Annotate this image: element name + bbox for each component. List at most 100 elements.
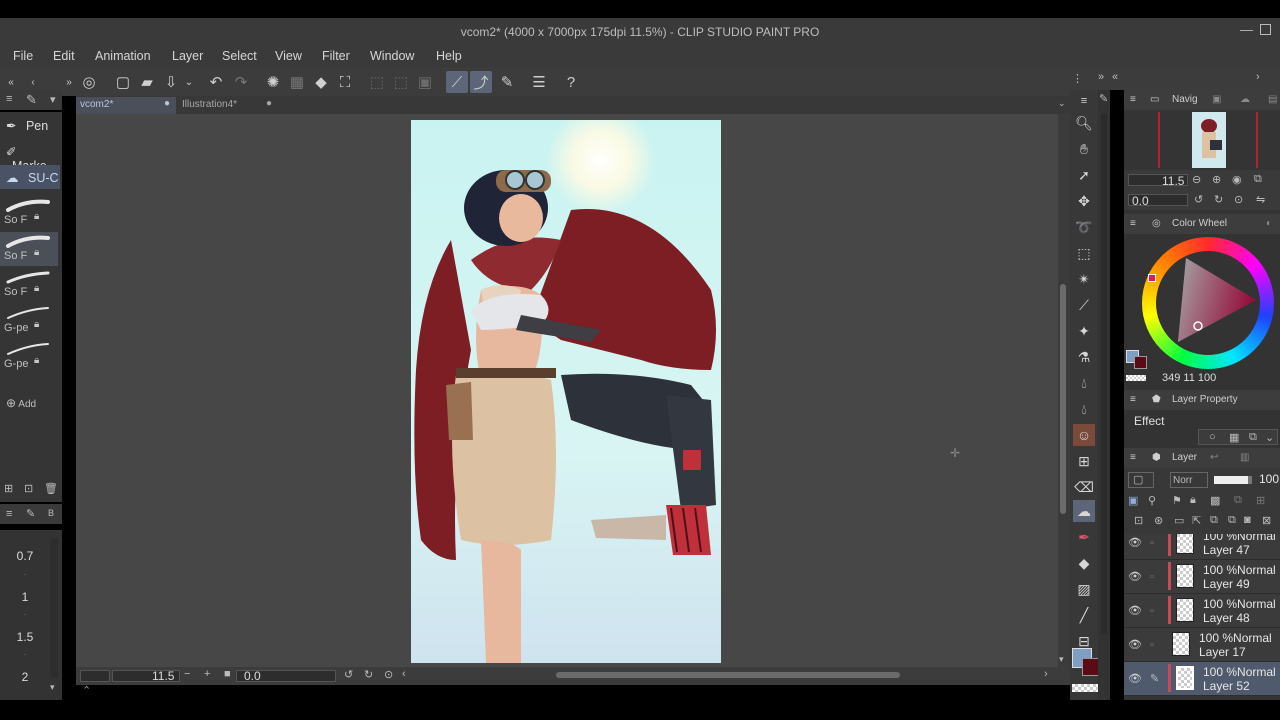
trash-icon[interactable]: 🗑︎ (44, 482, 58, 495)
visibility-eye-icon[interactable]: 👁︎ (1128, 536, 1142, 549)
tab-dropdown-icon[interactable]: ⌄ (1058, 98, 1066, 109)
figure-tool-icon[interactable]: ⊞ (1073, 450, 1095, 472)
canvas-rotation-value[interactable]: 0.0 (244, 669, 261, 683)
brush-size-option[interactable]: 1 (0, 590, 50, 604)
clip-layer-icon[interactable]: ▣ (1128, 494, 1138, 507)
selection-tool-icon[interactable]: ⬚ (1073, 242, 1095, 264)
menu-animation[interactable]: Animation (95, 49, 151, 63)
lock-layer-icon[interactable]: 🔒︎ (1190, 494, 1196, 507)
water-drop-tool-icon[interactable]: 💧︎ (1073, 398, 1095, 420)
hand-tool-icon[interactable]: ✋︎ (1073, 138, 1095, 160)
undo-icon[interactable]: ↶ (205, 71, 227, 93)
scroll-down-icon[interactable]: ▾ (1059, 654, 1064, 665)
menu-lines-icon[interactable]: ≡ (6, 508, 12, 520)
blend-mode-select[interactable]: Norr (1170, 472, 1208, 488)
decoration-tool-icon[interactable]: ☺ (1073, 424, 1095, 446)
brush-size-option[interactable]: 1.5 (0, 630, 50, 644)
navigator-tab-label[interactable]: Navig (1172, 94, 1198, 105)
loading-icon[interactable]: ✺ (262, 71, 284, 93)
transfer-layer-icon[interactable]: ⇱ (1192, 514, 1201, 527)
edit-toggle-icon[interactable]: ▫ (1150, 537, 1154, 549)
collapse-left-dock-icon[interactable]: « (1112, 71, 1118, 83)
save-dropdown-icon[interactable]: ⌄ (178, 71, 200, 93)
lock-transparency-icon[interactable]: ▩ (1210, 494, 1220, 507)
add-brush-button[interactable]: ⊕ Add (6, 396, 36, 410)
effect-dropdown-icon[interactable]: ⌄ (1265, 431, 1274, 444)
invert-selection-icon[interactable]: ⬚ (390, 71, 412, 93)
ruler-show-icon[interactable]: ⊞ (1256, 494, 1265, 507)
eraser-tool-icon[interactable]: ⌫ (1073, 476, 1095, 498)
move-layer-tool-icon[interactable]: ✥ (1073, 190, 1095, 212)
visibility-eye-icon[interactable]: 👁︎ (1128, 672, 1142, 685)
menu-help[interactable]: Help (436, 49, 462, 63)
zoom-slider-track[interactable] (80, 670, 110, 682)
brush-item[interactable]: G-pe 🔒︎ (0, 340, 58, 374)
brush-item[interactable]: So F 🔒︎ (0, 196, 58, 230)
snap-grid-icon[interactable]: ✎ (496, 71, 518, 93)
scroll-down-icon[interactable]: ▾ (50, 682, 55, 693)
reference-layer-icon[interactable]: ⚲ (1148, 494, 1156, 507)
subtool-marker[interactable]: ✐ Marke (0, 139, 60, 173)
fit-icon[interactable]: ■ (224, 668, 231, 680)
mask-icon[interactable]: ◙ (1244, 514, 1251, 526)
help-icon[interactable]: ? (560, 71, 582, 93)
rotate-left-icon[interactable]: ↺ (344, 668, 353, 681)
open-folder-icon[interactable]: ▰ (136, 71, 158, 93)
clip-studio-icon[interactable]: ◎ (78, 71, 100, 93)
menu-lines-icon[interactable]: ≡ (1130, 94, 1136, 105)
combine-layer-icon[interactable]: ⧉ (1210, 514, 1218, 527)
copy-subtool-icon[interactable]: ⊞ (4, 482, 13, 495)
hue-indicator[interactable] (1148, 274, 1156, 282)
material-tab-icon[interactable]: ▥ (1240, 452, 1249, 463)
menu-window[interactable]: Window (370, 49, 414, 63)
gradient-tool-icon[interactable]: ▨ (1073, 578, 1095, 600)
arrow-right-icon[interactable]: › (1256, 71, 1260, 83)
zoom-out-icon[interactable]: ⊖ (1192, 173, 1201, 186)
crop-icon[interactable]: ▣ (414, 71, 436, 93)
scroll-track[interactable] (1101, 114, 1107, 634)
new-subtool-icon[interactable]: ⊡ (24, 482, 33, 495)
layer-row-selected[interactable]: 👁︎ ✎ 100 %Normal Layer 52 (1124, 662, 1280, 696)
new-raster-layer-icon[interactable]: ⊡ (1134, 514, 1143, 527)
visibility-eye-icon[interactable]: 👁︎ (1128, 604, 1142, 617)
menu-layer[interactable]: Layer (172, 49, 203, 63)
close-dot-icon[interactable]: ● (164, 98, 170, 109)
history-tab-icon[interactable]: ↩ (1210, 452, 1218, 463)
color-slider-tab-icon[interactable]: ◐ (1266, 218, 1272, 229)
new-vector-layer-icon[interactable]: ⊛ (1154, 514, 1163, 527)
opacity-value[interactable]: 100 (1259, 472, 1279, 486)
sparkle-tool-icon[interactable]: ✦ (1073, 320, 1095, 342)
drag-handle-icon[interactable]: ⋮ (1072, 72, 1083, 85)
zoom-tool-icon[interactable]: 🔍︎ (1073, 112, 1095, 134)
more-tab-icon[interactable]: ▤ (1268, 94, 1277, 105)
menu-lines-icon[interactable]: ≡ (6, 93, 12, 105)
airbrush-tool-icon[interactable]: 💧︎ (1073, 372, 1095, 394)
close-dot-icon[interactable]: ● (266, 98, 272, 109)
rotate-right-icon[interactable]: ↻ (364, 668, 373, 681)
menu-lines-icon[interactable]: ≡ (1130, 218, 1136, 229)
canvas-artwork[interactable] (411, 120, 721, 663)
fill-tool-icon[interactable]: ◆ (1073, 552, 1095, 574)
reset-rotation-icon[interactable]: ⊙ (1234, 193, 1243, 206)
canvas-vertical-scrollbar[interactable]: ▾ (1058, 114, 1070, 667)
draft-layer-icon[interactable]: ⚑ (1172, 494, 1182, 507)
navigator-rotation-value[interactable]: 0.0 (1132, 194, 1149, 208)
snap-ruler-icon[interactable]: ⟋ (446, 71, 468, 93)
operation-tool-icon[interactable]: ➚ (1073, 164, 1095, 186)
new-folder-icon[interactable]: ▭ (1174, 514, 1184, 527)
navigator-zoom-value[interactable]: 11.5 (1162, 174, 1184, 188)
flip-horizontal-icon[interactable]: ⇋ (1256, 193, 1265, 206)
scroll-left-icon[interactable]: ‹ (402, 668, 406, 680)
brush-size-scrollbar[interactable] (50, 538, 58, 678)
canvas-zoom-value[interactable]: 11.5 (152, 669, 174, 683)
layer-row[interactable]: 👁︎ ▫ 100 %Normal Layer 48 (1124, 594, 1280, 628)
sub-color-chip[interactable] (1134, 356, 1147, 369)
fill-icon[interactable]: ◆ (310, 71, 332, 93)
menu-edit[interactable]: Edit (53, 49, 75, 63)
tool-palette-scrollbar[interactable]: ✎ (1098, 90, 1110, 700)
scroll-right-icon[interactable]: › (1044, 668, 1048, 680)
zoom-out-icon[interactable]: − (184, 668, 190, 680)
vertical-scroll-thumb[interactable] (1060, 284, 1066, 514)
brush-item[interactable]: G-pe 🔒︎ (0, 304, 58, 338)
edit-toggle-icon[interactable]: ▫ (1150, 571, 1154, 583)
